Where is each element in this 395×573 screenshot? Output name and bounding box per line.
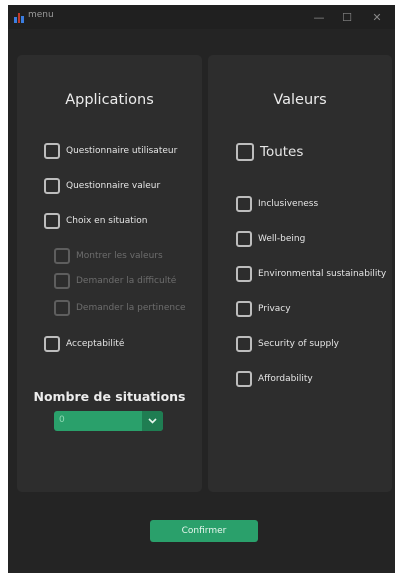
checkbox-box[interactable]: [54, 248, 70, 264]
checkbox-label: Inclusiveness: [258, 199, 319, 209]
app-logo-icon: [14, 13, 24, 23]
nombre-de-situations-label: Nombre de situations: [33, 389, 186, 404]
maximize-icon: ☐: [342, 10, 352, 24]
checkbox-inclusiveness[interactable]: Inclusiveness: [236, 196, 318, 212]
checkbox-box[interactable]: [44, 336, 60, 352]
checkbox-privacy[interactable]: Privacy: [236, 301, 291, 317]
checkbox-box[interactable]: [236, 196, 252, 212]
checkbox-demander-la-difficulte[interactable]: Demander la difficulté: [54, 273, 176, 289]
select-dropdown-button[interactable]: [142, 411, 163, 431]
checkbox-box[interactable]: [236, 336, 252, 352]
checkbox-label: Acceptabilité: [66, 339, 125, 349]
checkbox-well-being[interactable]: Well-being: [236, 231, 305, 247]
checkbox-label: Choix en situation: [66, 216, 148, 226]
select-value: 0: [59, 415, 65, 425]
checkbox-label: Environmental sustainability: [258, 269, 387, 279]
window-title: menu: [28, 10, 54, 20]
checkbox-demander-la-pertinence[interactable]: Demander la pertinence: [54, 300, 186, 316]
checkbox-questionnaire-utilisateur[interactable]: Questionnaire utilisateur: [44, 143, 177, 159]
checkbox-label: Well-being: [258, 234, 306, 244]
checkbox-box[interactable]: [236, 143, 254, 161]
checkbox-label: Montrer les valeurs: [76, 251, 163, 261]
checkbox-security-of-supply[interactable]: Security of supply: [236, 336, 339, 352]
checkbox-label: Toutes: [260, 144, 304, 160]
checkbox-acceptabilite[interactable]: Acceptabilité: [44, 336, 124, 352]
checkbox-box[interactable]: [44, 178, 60, 194]
confirmer-button[interactable]: Confirmer: [150, 520, 258, 542]
checkbox-box[interactable]: [44, 213, 60, 229]
checkbox-box[interactable]: [44, 143, 60, 159]
minimize-button[interactable]: —: [305, 5, 333, 29]
valeurs-panel: Valeurs Toutes Inclusiveness Well-being …: [208, 55, 392, 492]
title-bar: menu — ☐ ✕: [8, 5, 395, 29]
checkbox-label: Questionnaire valeur: [66, 181, 161, 191]
checkbox-label: Affordability: [258, 374, 313, 384]
close-button[interactable]: ✕: [363, 5, 391, 29]
valeurs-title: Valeurs: [273, 92, 327, 108]
app-window: menu — ☐ ✕ Applications Questionnaire ut…: [8, 5, 395, 573]
checkbox-box[interactable]: [54, 273, 70, 289]
checkbox-box[interactable]: [236, 301, 252, 317]
applications-panel: Applications Questionnaire utilisateur Q…: [17, 55, 202, 492]
checkbox-box[interactable]: [236, 371, 252, 387]
applications-title: Applications: [65, 92, 154, 108]
checkbox-label: Demander la pertinence: [76, 303, 186, 313]
checkbox-label: Privacy: [258, 304, 291, 314]
checkbox-label: Questionnaire utilisateur: [66, 146, 178, 156]
maximize-button[interactable]: ☐: [333, 5, 361, 29]
nombre-de-situations-select[interactable]: 0: [54, 411, 163, 431]
checkbox-questionnaire-valeur[interactable]: Questionnaire valeur: [44, 178, 160, 194]
checkbox-label: Demander la difficulté: [76, 276, 177, 286]
checkbox-montrer-les-valeurs[interactable]: Montrer les valeurs: [54, 248, 163, 264]
chevron-down-icon: [148, 418, 157, 424]
checkbox-label: Security of supply: [258, 339, 339, 349]
close-icon: ✕: [372, 10, 382, 24]
checkbox-choix-en-situation[interactable]: Choix en situation: [44, 213, 147, 229]
checkbox-toutes[interactable]: Toutes: [236, 143, 303, 161]
checkbox-box[interactable]: [236, 231, 252, 247]
minimize-icon: —: [313, 10, 325, 24]
checkbox-box[interactable]: [236, 266, 252, 282]
checkbox-environmental-sustainability[interactable]: Environmental sustainability: [236, 266, 386, 282]
checkbox-box[interactable]: [54, 300, 70, 316]
checkbox-affordability[interactable]: Affordability: [236, 371, 313, 387]
